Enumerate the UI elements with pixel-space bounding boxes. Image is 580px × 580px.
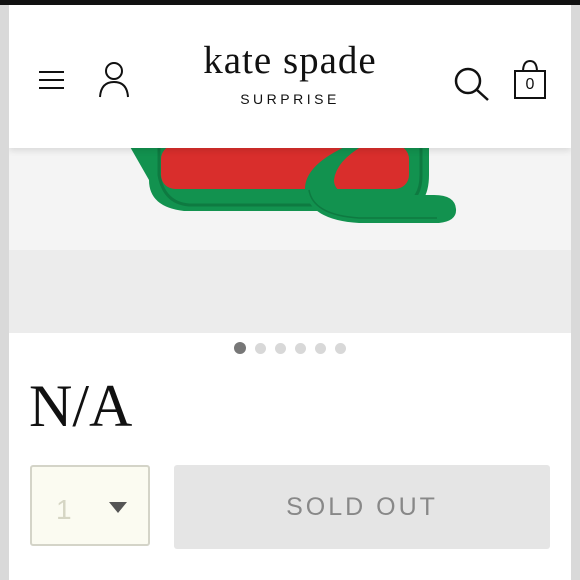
carousel-dot[interactable] bbox=[335, 342, 346, 354]
brand-logo[interactable]: kate spade SURPRISE bbox=[149, 39, 431, 107]
sold-out-button[interactable]: SOLD OUT bbox=[174, 465, 550, 549]
quantity-select[interactable]: 1 bbox=[30, 465, 150, 546]
menu-icon[interactable] bbox=[37, 67, 67, 95]
product-image bbox=[129, 145, 457, 223]
carousel-dot[interactable] bbox=[295, 342, 306, 354]
site-header: kate spade SURPRISE 0 bbox=[9, 5, 571, 148]
quantity-value: 1 bbox=[56, 494, 72, 525]
search-icon[interactable] bbox=[453, 65, 491, 103]
image-backdrop bbox=[9, 250, 571, 333]
carousel-dot[interactable] bbox=[315, 342, 326, 354]
carousel-dot[interactable] bbox=[234, 342, 246, 354]
brand-subtitle: SURPRISE bbox=[240, 91, 340, 107]
product-image-carousel[interactable] bbox=[9, 145, 571, 333]
product-page: kate spade SURPRISE 0 N/A 1 SOLD OUT bbox=[9, 5, 571, 580]
screen-edge-right bbox=[571, 5, 580, 580]
brand-name: kate spade bbox=[203, 39, 377, 82]
screen-edge-left bbox=[0, 5, 9, 580]
account-icon[interactable] bbox=[97, 60, 131, 100]
cart-count: 0 bbox=[525, 76, 535, 93]
product-title: N/A bbox=[29, 373, 133, 439]
carousel-dots bbox=[234, 342, 346, 354]
carousel-dot[interactable] bbox=[255, 342, 266, 354]
chevron-down-icon bbox=[109, 502, 127, 513]
shopping-bag-icon[interactable]: 0 bbox=[512, 58, 548, 100]
carousel-dot[interactable] bbox=[275, 342, 286, 354]
